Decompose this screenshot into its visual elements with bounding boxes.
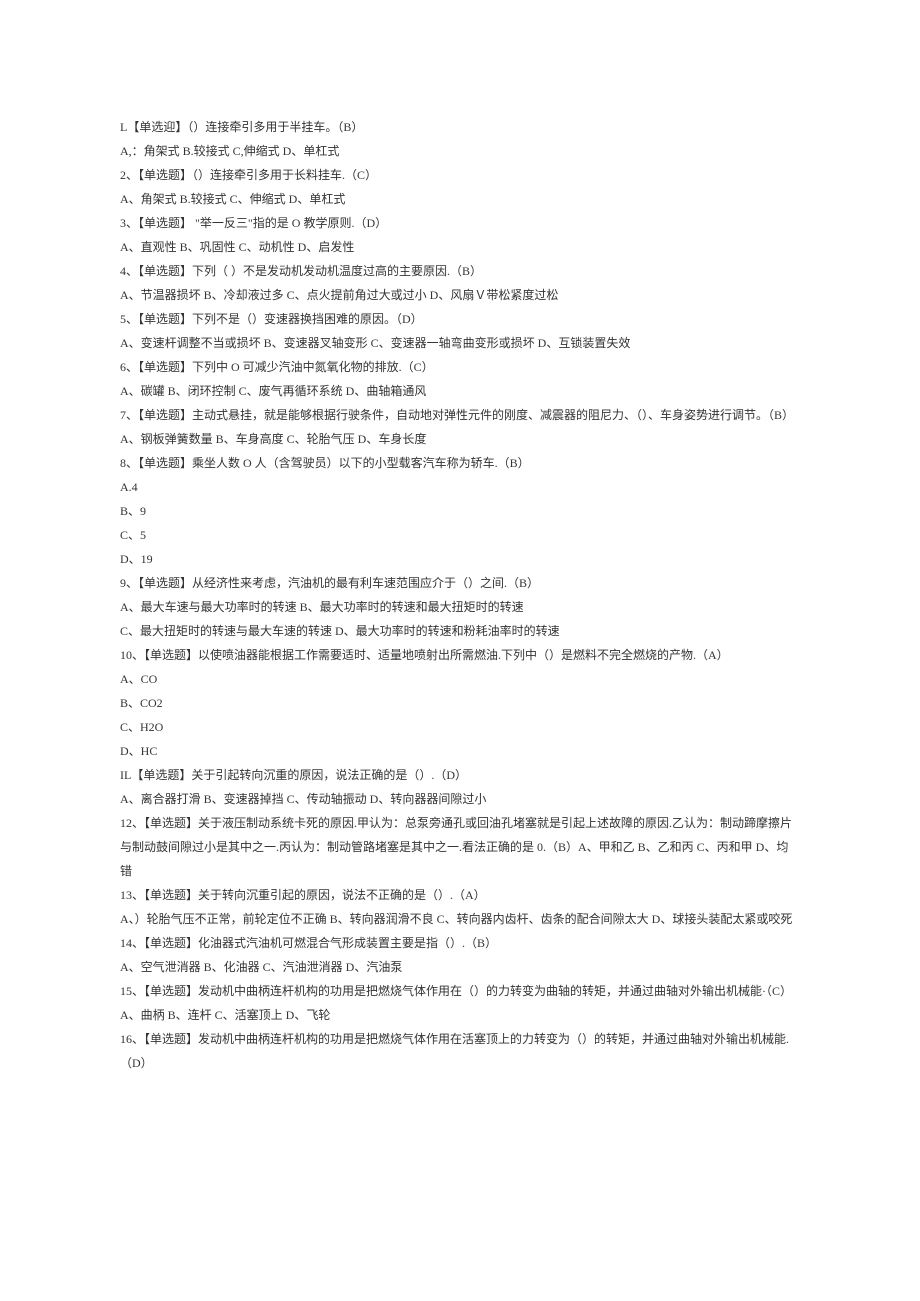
text-line: C、最大扭矩时的转速与最大车速的转速 D、最大功率时的转速和粉耗油率时的转速	[120, 619, 800, 643]
text-line: 8、【单选题】乘坐人数 O 人（含驾驶员）以下的小型载客汽车称为轿车.（B）	[120, 451, 800, 475]
text-line: 10、【单选题】以使喷油器能根据工作需要适时、适量地喷射出所需燃油.下列中（）是…	[120, 643, 800, 667]
text-line: A、）轮胎气压不正常，前轮定位不正确 B、转向器润滑不良 C、转向器内齿杆、齿条…	[120, 907, 800, 955]
text-line: IL【单选题】关于引起转向沉重的原因，说法正确的是（）.（D）	[120, 763, 800, 787]
text-line: A、变速杆调整不当或损坏 B、变速器叉轴变形 C、变速器一轴弯曲变形或损坏 D、…	[120, 331, 800, 355]
text-line: A,：角架式 B.较接式 C,伸缩式 D、单杠式	[120, 139, 800, 163]
text-line: B、9	[120, 499, 800, 523]
text-line: 12、【单选题】关于液压制动系统卡死的原因.甲认为：总泵旁通孔或回油孔堵塞就是引…	[120, 811, 800, 883]
text-line: C、H2O	[120, 715, 800, 739]
text-line: A、碳罐 B、闭环控制 C、废气再循环系统 D、曲轴箱通风	[120, 379, 800, 403]
text-line: A、钢板弹簧数量 B、车身高度 C、轮胎气压 D、车身长度	[120, 427, 800, 451]
text-line: A、空气泄消器 B、化油器 C、汽油泄消器 D、汽油泵	[120, 955, 800, 979]
text-line: 4、【单选题】下列（ ）不是发动机发动机温度过高的主要原因.（B）	[120, 259, 800, 283]
text-line: 16、【单选题】发动机中曲柄连杆机构的功用是把燃烧气体作用在活塞顶上的力转变为（…	[120, 1027, 800, 1075]
text-line: 7、【单选题】主动式悬挂，就是能够根据行驶条件，自动地对弹性元件的刚度、减震器的…	[120, 403, 800, 427]
text-line: A、离合器打滑 B、变速器掉挡 C、传动轴振动 D、转向器器间隙过小	[120, 787, 800, 811]
text-line: C、5	[120, 523, 800, 547]
text-line: B、CO2	[120, 691, 800, 715]
text-line: 6、【单选题】下列中 O 可减少汽油中氮氧化物的排放.（C）	[120, 355, 800, 379]
text-line: D、19	[120, 547, 800, 571]
text-line: 5、【单选题】下列不是（）变速器换挡困难的原因。（D）	[120, 307, 800, 331]
text-line: A、CO	[120, 667, 800, 691]
text-line: D、HC	[120, 739, 800, 763]
document-body: L【单选迎】（）连接牵引多用于半挂车。（B） A,：角架式 B.较接式 C,伸缩…	[120, 115, 800, 1075]
text-line: A.4	[120, 475, 800, 499]
text-line: A、节温器损坏 B、冷却液过多 C、点火提前角过大或过小 D、风扇Ｖ带松紧度过松	[120, 283, 800, 307]
text-line: 3、【单选题】 "举一反三"指的是 O 教学原则.（D）	[120, 211, 800, 235]
text-line: 9、【单选题】从经济性来考虑，汽油机的最有利车速范围应介于（）之间.（B）	[120, 571, 800, 595]
text-line: A、角架式 B.较接式 C、伸缩式 D、单杠式	[120, 187, 800, 211]
text-line: 15、【单选题】发动机中曲柄连杆机构的功用是把燃烧气体作用在（）的力转变为曲轴的…	[120, 979, 800, 1003]
text-line: 2、【单选题】（）连接牵引多用于长料挂车.（C）	[120, 163, 800, 187]
text-line: A、最大车速与最大功率时的转速 B、最大功率时的转速和最大扭矩时的转速	[120, 595, 800, 619]
text-line: A、直观性 B、巩固性 C、动机性 D、启发性	[120, 235, 800, 259]
text-line: L【单选迎】（）连接牵引多用于半挂车。（B）	[120, 115, 800, 139]
text-line: 13、【单选题】关于转向沉重引起的原因，说法不正确的是（）.（A）	[120, 883, 800, 907]
text-line: A、曲柄 B、连杆 C、活塞顶上 D、飞轮	[120, 1003, 800, 1027]
